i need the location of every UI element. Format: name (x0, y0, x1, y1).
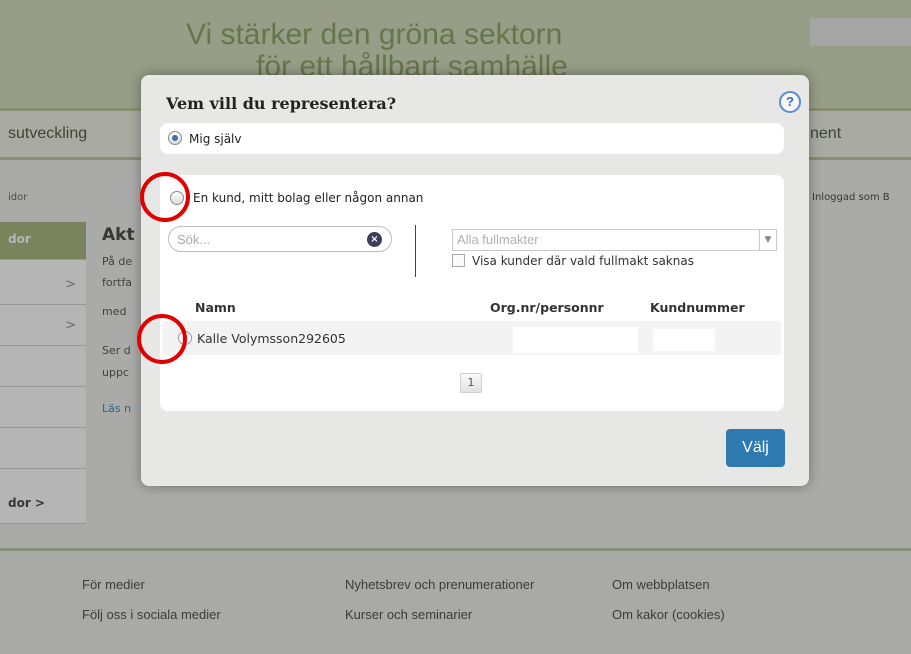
help-icon[interactable]: ? (779, 91, 801, 113)
option-self-panel: Mig själv (160, 123, 784, 154)
row-customer-number-cell (653, 329, 715, 351)
select-value: Alla fullmakter (457, 232, 539, 247)
option-other-panel: En kund, mitt bolag eller någon annan × … (160, 175, 784, 411)
annotation-circle-row-radio (137, 314, 187, 364)
representation-dialog: Vem vill du representera? ? Mig själv En… (141, 75, 809, 486)
column-header-orgnr[interactable]: Org.nr/personnr (490, 300, 604, 315)
radio-myself-label[interactable]: Mig själv (189, 132, 242, 146)
annotation-circle-other-option (140, 172, 190, 222)
row-name-cell: Kalle Volymsson292605 (197, 331, 346, 346)
radio-myself[interactable] (168, 131, 182, 145)
customer-search[interactable]: × (168, 226, 392, 252)
pagination-page[interactable]: 1 (460, 373, 482, 393)
table-row[interactable]: Kalle Volymsson292605 (163, 321, 781, 355)
missing-authorization-label[interactable]: Visa kunder där vald fullmakt saknas (472, 254, 694, 268)
row-orgnr-cell (513, 327, 638, 353)
missing-authorization-checkbox[interactable] (452, 254, 465, 267)
authorization-filter-select[interactable]: Alla fullmakter ▼ (452, 229, 777, 251)
dialog-title: Vem vill du representera? (166, 94, 397, 113)
clear-search-icon[interactable]: × (367, 232, 382, 247)
vertical-divider (415, 225, 416, 277)
chevron-down-icon[interactable]: ▼ (759, 230, 776, 250)
column-header-name[interactable]: Namn (195, 300, 236, 315)
column-header-customer-number[interactable]: Kundnummer (650, 300, 745, 315)
radio-other-label[interactable]: En kund, mitt bolag eller någon annan (193, 191, 423, 205)
search-input[interactable] (177, 231, 357, 247)
choose-button[interactable]: Välj (726, 429, 785, 467)
